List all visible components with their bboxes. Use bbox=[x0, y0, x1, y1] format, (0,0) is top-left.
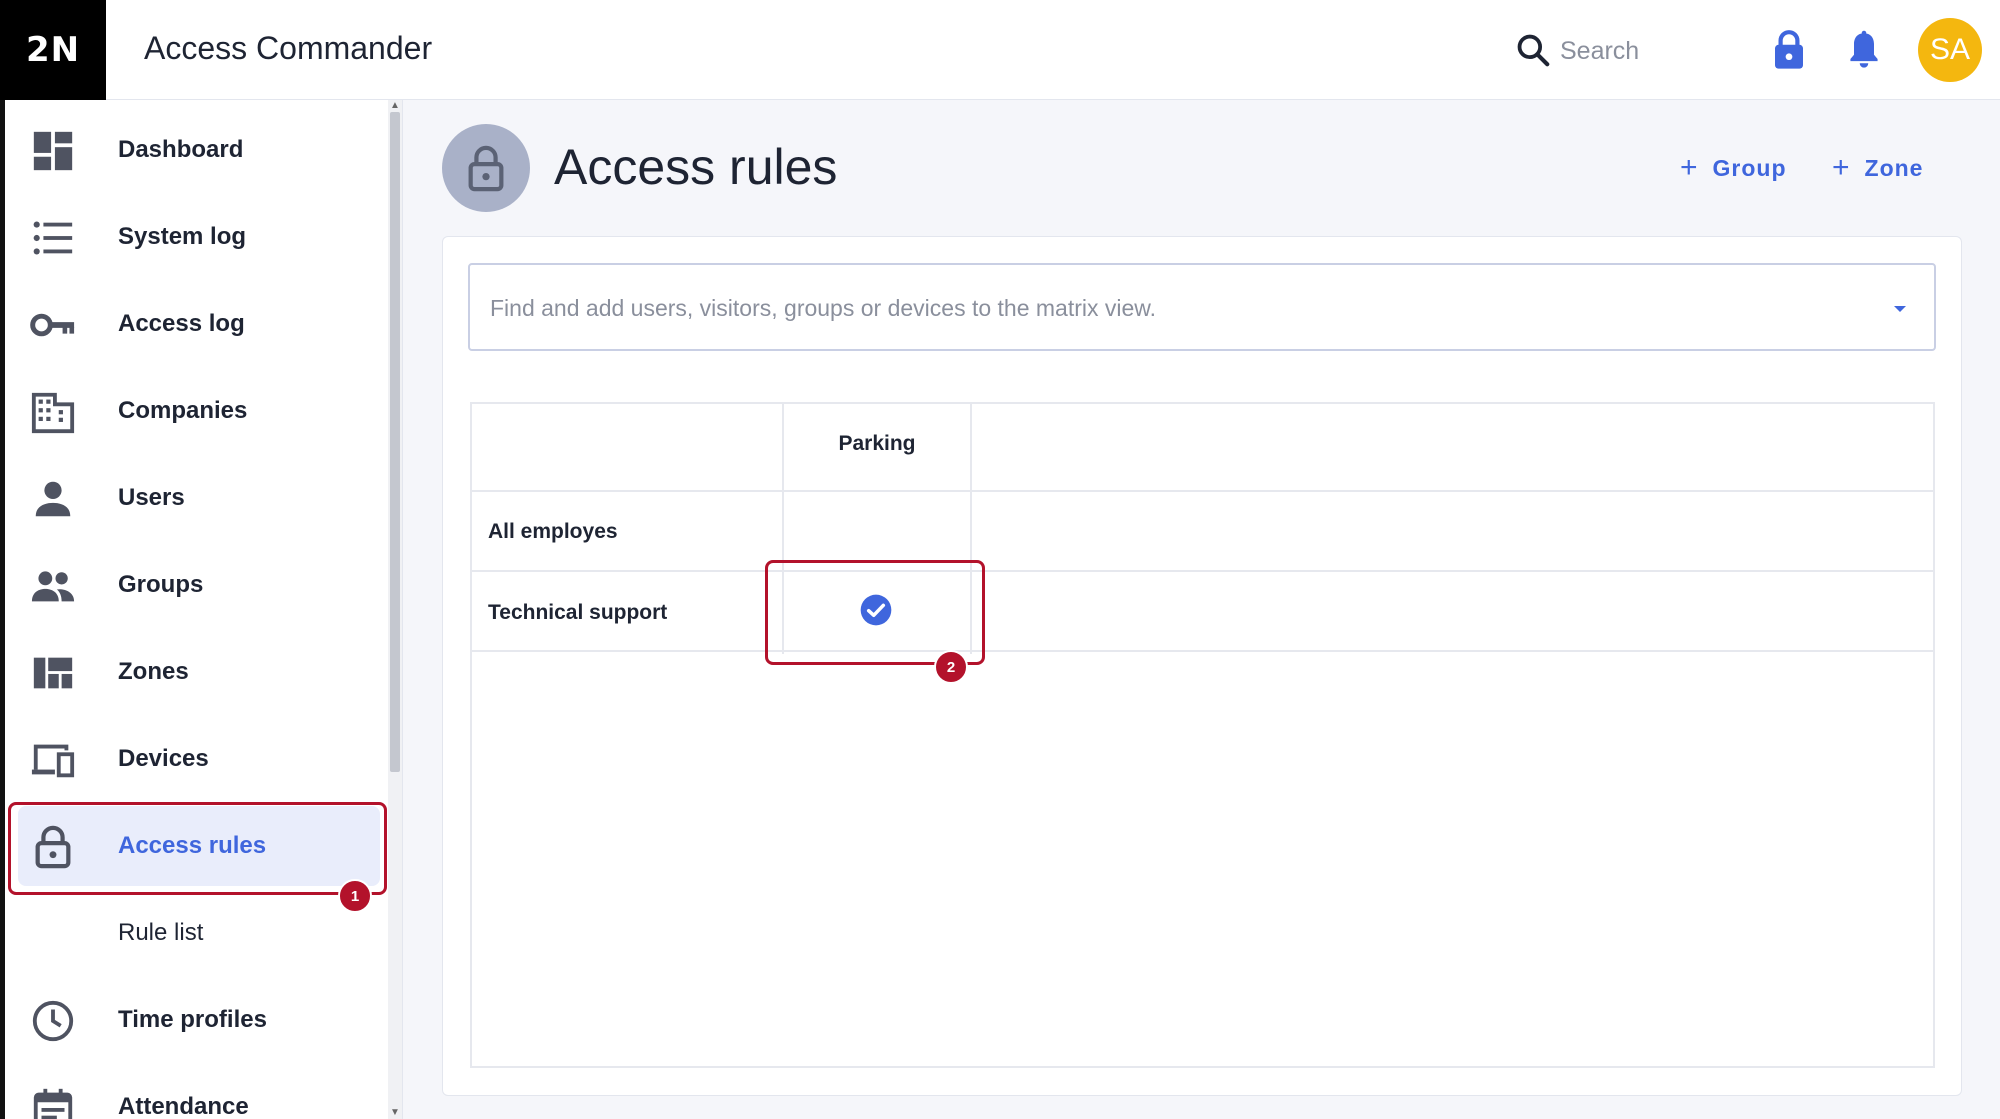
access-matrix: Parking All employes Technical support bbox=[470, 402, 1935, 1068]
sidebar-item-access-log[interactable]: Access log bbox=[18, 284, 380, 364]
sidebar-item-label: Access log bbox=[118, 310, 245, 337]
key-icon bbox=[30, 313, 75, 337]
sidebar-item-companies[interactable]: Companies bbox=[18, 371, 380, 451]
clock-icon bbox=[32, 1000, 74, 1042]
plus-icon: + bbox=[1680, 151, 1699, 184]
annotation-badge-1: 1 bbox=[338, 879, 372, 913]
top-bar: 2N Access Commander SA bbox=[0, 0, 2000, 100]
sidebar-item-users[interactable]: Users bbox=[18, 458, 380, 538]
page-icon bbox=[442, 124, 530, 212]
chevron-down-icon[interactable] bbox=[1890, 299, 1910, 319]
lock-open-icon bbox=[468, 145, 504, 192]
sidebar-item-label: Groups bbox=[118, 571, 204, 598]
annotation-badge-2: 2 bbox=[934, 650, 968, 684]
add-zone-label: Zone bbox=[1864, 154, 1924, 181]
devices-icon bbox=[31, 744, 75, 778]
sidebar-item-label: Rule list bbox=[118, 919, 204, 946]
app-title: Access Commander bbox=[144, 30, 433, 66]
sidebar-item-devices[interactable]: Devices bbox=[18, 719, 380, 799]
sidebar-item-label: Attendance bbox=[118, 1093, 249, 1119]
matrix-row-label[interactable]: Technical support bbox=[488, 601, 667, 625]
sidebar-item-attendance[interactable]: Attendance bbox=[18, 1067, 380, 1119]
sidebar-item-system-log[interactable]: System log bbox=[18, 197, 380, 277]
sidebar-item-label: Companies bbox=[118, 397, 248, 424]
sidebar-item-label: Time profiles bbox=[118, 1006, 267, 1033]
scroll-down-arrow[interactable]: ▼ bbox=[388, 1107, 402, 1119]
avatar[interactable]: SA bbox=[1918, 18, 1982, 82]
lock-icon[interactable] bbox=[1772, 28, 1806, 70]
sidebar-edge bbox=[0, 100, 5, 1119]
matrix-search-input[interactable] bbox=[488, 287, 1852, 329]
sidebar-scrollbar-thumb[interactable] bbox=[390, 112, 400, 772]
sidebar-item-label: Users bbox=[118, 484, 185, 511]
sidebar-item-rule-list[interactable]: Rule list bbox=[18, 893, 380, 973]
group-icon bbox=[31, 571, 75, 602]
matrix-row-label[interactable]: All employes bbox=[488, 520, 618, 544]
sidebar-item-label: Zones bbox=[118, 658, 189, 685]
bell-icon[interactable] bbox=[1846, 29, 1882, 69]
sidebar-item-label: System log bbox=[118, 223, 247, 250]
sidebar-item-dashboard[interactable]: Dashboard bbox=[18, 110, 380, 190]
list-icon bbox=[33, 221, 73, 255]
search-icon[interactable] bbox=[1514, 31, 1552, 69]
sidebar-item-label: Dashboard bbox=[118, 136, 244, 163]
sidebar-item-time-profiles[interactable]: Time profiles bbox=[18, 980, 380, 1060]
matrix-search-select[interactable] bbox=[468, 263, 1936, 351]
add-zone-button[interactable]: + Zone bbox=[1832, 150, 1923, 186]
sidebar-item-groups[interactable]: Groups bbox=[18, 545, 380, 625]
search-input[interactable] bbox=[1558, 30, 1732, 72]
page-title: Access rules bbox=[554, 139, 838, 195]
matrix-divider bbox=[472, 650, 1933, 652]
calendar-icon bbox=[33, 1088, 73, 1119]
add-group-button[interactable]: + Group bbox=[1680, 150, 1787, 186]
sidebar-item-label: Devices bbox=[118, 745, 209, 772]
brand-logo[interactable]: 2N bbox=[0, 0, 106, 100]
sidebar-item-zones[interactable]: Zones bbox=[18, 632, 380, 712]
scroll-up-arrow[interactable]: ▲ bbox=[388, 100, 402, 112]
annotation-highlight-1 bbox=[8, 802, 387, 895]
plus-icon: + bbox=[1832, 151, 1851, 184]
matrix-divider bbox=[472, 490, 1933, 492]
zones-icon bbox=[33, 657, 73, 689]
user-icon bbox=[35, 481, 71, 517]
matrix-divider bbox=[472, 570, 1933, 572]
add-group-label: Group bbox=[1712, 154, 1787, 181]
building-icon bbox=[31, 392, 75, 434]
matrix-column-header[interactable]: Parking bbox=[784, 432, 970, 456]
sidebar: Dashboard System log Access log Companie… bbox=[0, 100, 403, 1119]
dashboard-icon bbox=[33, 131, 73, 171]
